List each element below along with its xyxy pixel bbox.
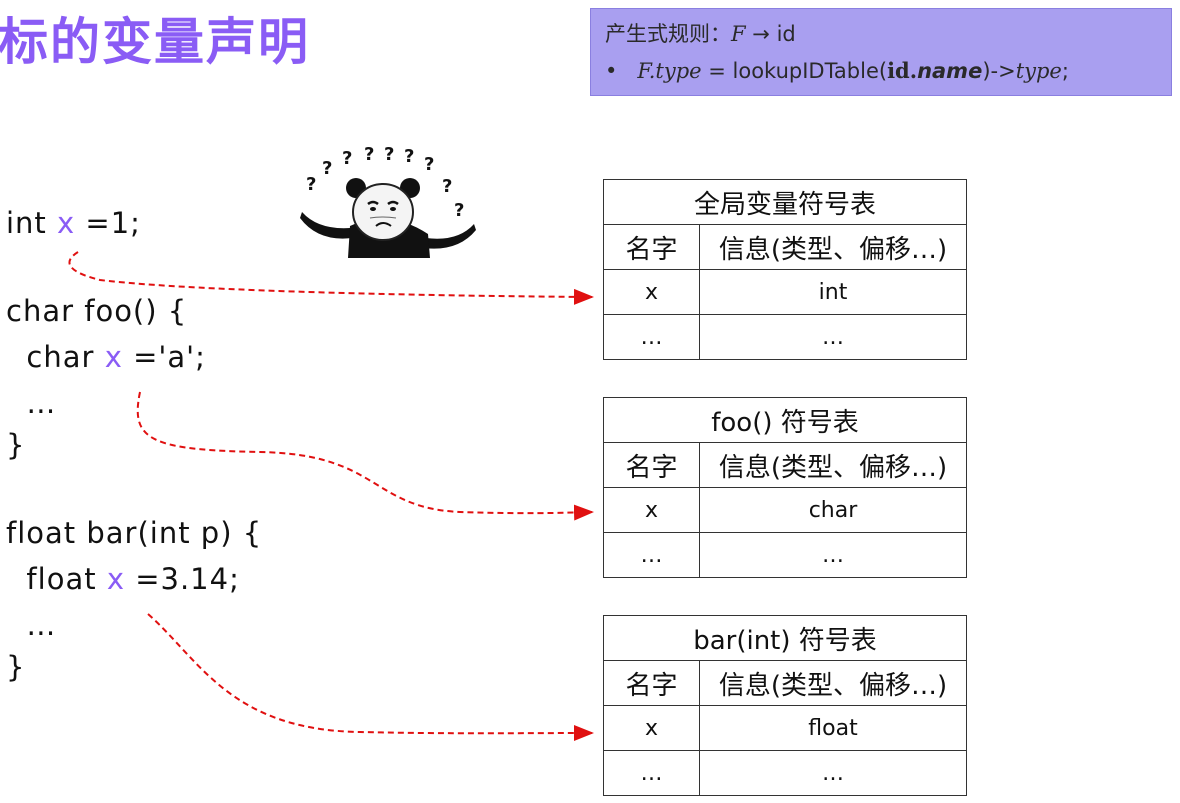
arrow-global-x xyxy=(68,251,594,305)
reference-arrows xyxy=(68,251,594,742)
arrow-foo-x xyxy=(136,391,594,521)
arrow-bar-x xyxy=(147,613,594,742)
